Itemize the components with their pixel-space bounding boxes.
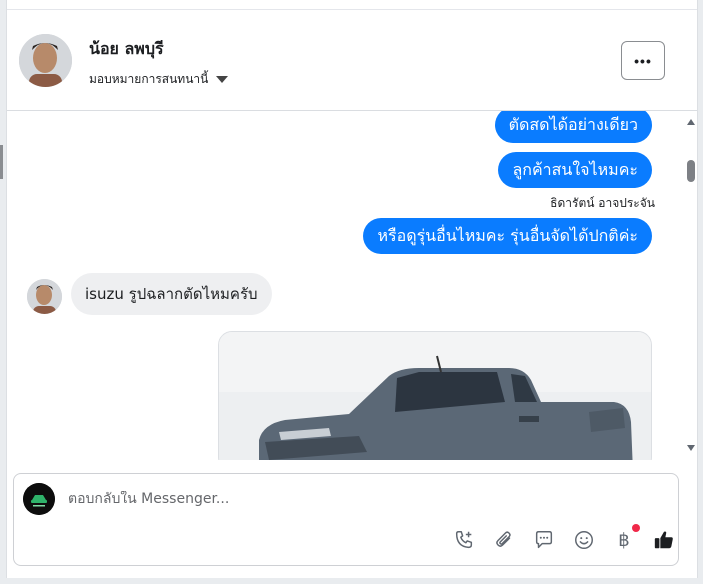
contact-name[interactable]: น้อย ลพบุรี bbox=[89, 37, 164, 62]
emoji-icon bbox=[575, 531, 593, 549]
page-avatar bbox=[23, 483, 55, 515]
call-add-icon bbox=[455, 531, 473, 549]
chat-bubble-icon bbox=[535, 531, 553, 549]
outgoing-message: หรือดูรุ่นอื่นไหมคะ รุ่นอื่นจัดได้ปกติค่… bbox=[363, 218, 652, 254]
assign-label: มอบหมายการสนทนานี้ bbox=[89, 72, 209, 86]
reply-input[interactable] bbox=[68, 491, 628, 507]
more-options-button[interactable]: ••• bbox=[621, 41, 665, 80]
edge-marker bbox=[0, 145, 3, 179]
baht-icon: ฿ bbox=[618, 529, 630, 551]
car-photo-attachment[interactable] bbox=[218, 331, 652, 460]
call-button[interactable] bbox=[444, 526, 484, 554]
outgoing-message: ตัดสดได้อย่างเดียว bbox=[494, 111, 652, 143]
emoji-button[interactable] bbox=[564, 526, 604, 554]
conversation-header: น้อย ลพบุรี มอบหมายการสนทนานี้ ••• bbox=[7, 10, 697, 111]
incoming-message: isuzu รูปฉลากตัดไหมครับ bbox=[71, 273, 272, 315]
thumbs-up-icon bbox=[654, 531, 673, 549]
scroll-up-arrow[interactable] bbox=[687, 119, 695, 125]
message-scrollbar[interactable] bbox=[683, 111, 699, 460]
paperclip-icon bbox=[496, 531, 511, 547]
scroll-thumb[interactable] bbox=[687, 160, 695, 182]
reply-composer: ฿ bbox=[13, 473, 679, 566]
caret-down-icon bbox=[216, 76, 229, 83]
sender-label: ธิดารัตน์ อาจประจัน bbox=[550, 196, 655, 210]
message-list: ตัดสดได้อย่างเดียว ลูกค้าสนใจไหมคะ ธิดาร… bbox=[7, 111, 683, 460]
scroll-down-arrow[interactable] bbox=[687, 445, 695, 451]
like-button[interactable] bbox=[644, 526, 684, 554]
notification-dot bbox=[632, 524, 640, 532]
saved-replies-button[interactable] bbox=[524, 526, 564, 554]
payment-button[interactable]: ฿ bbox=[604, 524, 644, 554]
contact-avatar-small[interactable] bbox=[27, 279, 62, 314]
composer-toolbar: ฿ bbox=[444, 524, 684, 554]
contact-avatar[interactable] bbox=[19, 34, 72, 87]
assign-conversation-dropdown[interactable]: มอบหมายการสนทนานี้ bbox=[89, 70, 229, 89]
attach-file-button[interactable] bbox=[484, 526, 524, 554]
outgoing-message: ลูกค้าสนใจไหมคะ bbox=[498, 152, 652, 188]
more-icon: ••• bbox=[634, 52, 652, 69]
